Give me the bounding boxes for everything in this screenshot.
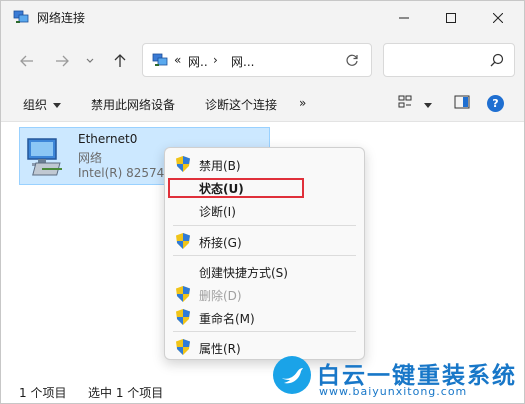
breadcrumb-item-2[interactable]: 网... [231, 53, 254, 70]
menu-item-label: 删除(D) [199, 289, 242, 303]
layout-grid-icon [398, 95, 412, 108]
menu-separator [173, 255, 356, 256]
uac-shield-icon [176, 233, 190, 249]
menu-item-bridge[interactable]: 桥接(G) [165, 230, 364, 252]
arrow-left-icon [20, 55, 33, 67]
arrow-right-icon [56, 55, 69, 67]
breadcrumb-overflow[interactable]: « [174, 53, 181, 67]
menu-item-label: 属性(R) [199, 342, 241, 356]
minimize-icon [399, 17, 409, 18]
menu-item-label: 创建快捷方式(S) [199, 266, 288, 280]
adapter-name: Ethernet0 [78, 132, 138, 146]
adapter-type: 网络 [78, 151, 103, 165]
navigation-bar: « 网.. › 网... [1, 34, 524, 86]
view-options-button[interactable] [398, 95, 432, 112]
help-button[interactable]: ? [487, 95, 504, 112]
uac-shield-icon [176, 156, 190, 172]
uac-shield-icon [176, 339, 190, 355]
forward-button[interactable] [51, 50, 73, 72]
address-bar[interactable]: « 网.. › 网... [142, 43, 372, 77]
menu-item-label: 重命名(M) [199, 312, 255, 326]
annotation-highlight [168, 178, 304, 198]
menu-item-label: 禁用(B) [199, 159, 241, 173]
refresh-button[interactable] [343, 52, 361, 70]
watermark: 白云一键重装系统 www.baiyunxitong.com [273, 356, 523, 402]
menu-item-diagnose[interactable]: 诊断(I) [165, 199, 364, 221]
network-folder-icon [152, 53, 168, 66]
uac-shield-icon [176, 286, 190, 302]
search-icon [490, 53, 504, 67]
bird-icon [282, 368, 303, 384]
more-commands-button[interactable]: » [299, 96, 306, 110]
network-connections-icon [13, 10, 29, 23]
bird-logo-icon [273, 356, 311, 394]
organize-button[interactable]: 组织 [23, 96, 62, 113]
recent-locations-button[interactable] [83, 50, 97, 72]
refresh-icon [346, 54, 358, 66]
breadcrumb-item-1[interactable]: 网.. [188, 53, 208, 70]
minimize-button[interactable] [381, 1, 427, 34]
diagnose-button[interactable]: 诊断这个连接 [205, 96, 277, 113]
command-bar: 组织 禁用此网络设备 诊断这个连接 » ? [1, 86, 524, 122]
selection-count: 选中 1 个项目 [88, 386, 164, 400]
caret-down-icon [423, 103, 432, 108]
close-icon [493, 12, 503, 23]
menu-item-create-shortcut[interactable]: 创建快捷方式(S) [165, 260, 364, 282]
uac-shield-icon [176, 309, 190, 325]
ethernet-adapter-icon [27, 138, 62, 176]
menu-item-rename[interactable]: 重命名(M) [165, 306, 364, 328]
menu-separator [173, 225, 356, 226]
adapter-description: Intel(R) 82574L [78, 166, 171, 180]
watermark-url: www.baiyunxitong.com [319, 385, 468, 398]
close-button[interactable] [475, 1, 521, 34]
back-button[interactable] [16, 50, 38, 72]
menu-item-disable[interactable]: 禁用(B) [165, 153, 364, 175]
search-input[interactable] [383, 43, 515, 77]
menu-item-label: 诊断(I) [199, 205, 236, 219]
chevron-down-icon [86, 58, 94, 63]
maximize-icon [446, 12, 456, 23]
breadcrumb-separator[interactable]: › [213, 53, 218, 67]
window-title: 网络连接 [37, 11, 86, 25]
preview-pane-button[interactable] [454, 95, 470, 112]
up-button[interactable] [109, 50, 131, 72]
item-count: 1 个项目 [19, 386, 67, 400]
maximize-button[interactable] [428, 1, 474, 34]
menu-separator [173, 331, 356, 332]
title-bar: 网络连接 [1, 1, 524, 34]
caret-down-icon [53, 103, 62, 108]
menu-item-delete[interactable]: 删除(D) [165, 283, 364, 305]
menu-item-properties[interactable]: 属性(R) [165, 336, 364, 358]
organize-label: 组织 [23, 98, 48, 112]
disable-device-button[interactable]: 禁用此网络设备 [91, 96, 175, 113]
menu-item-label: 桥接(G) [199, 236, 242, 250]
arrow-up-icon [114, 54, 126, 67]
preview-pane-icon [454, 95, 470, 109]
